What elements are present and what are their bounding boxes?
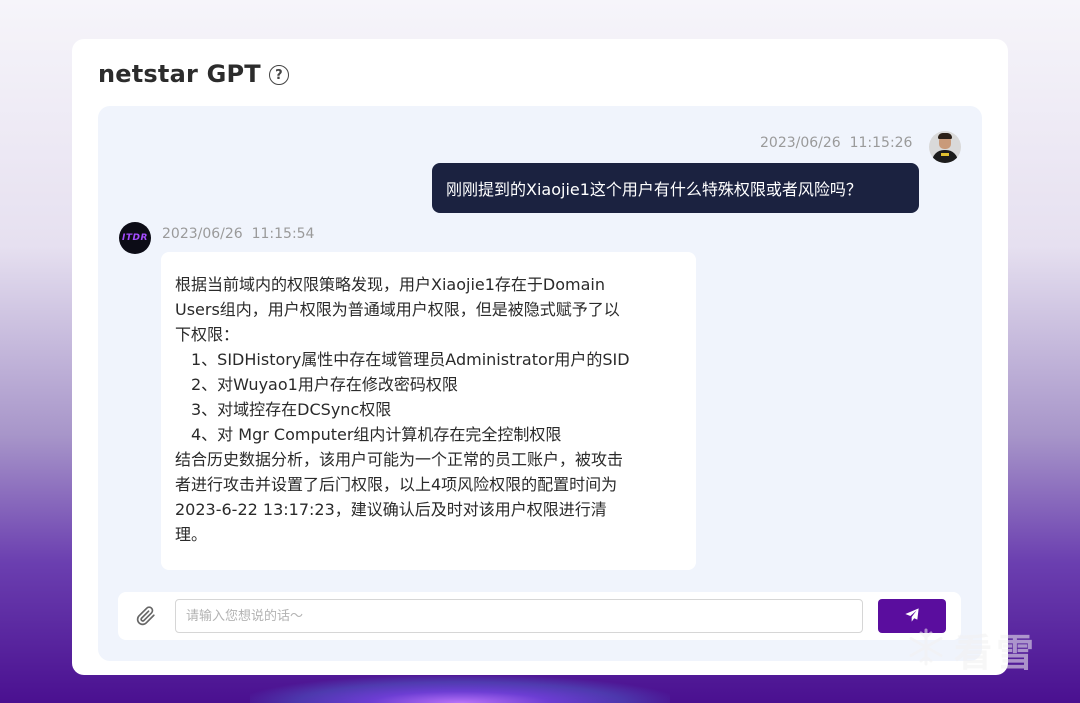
bot-message-list-item: 1、SIDHistory属性中存在域管理员Administrator用户的SID (191, 350, 630, 369)
user-avatar-hair (938, 133, 952, 139)
help-icon[interactable]: ? (268, 65, 289, 85)
bot-message-line: 下权限： (175, 325, 240, 344)
bot-message-list-item: 2、对Wuyao1用户存在修改密码权限 (191, 375, 458, 394)
bot-message-line: 2023-6-22 13:17:23，建议确认后及时对该用户权限进行清 (175, 500, 607, 519)
bot-avatar-logo: ITDR (122, 233, 148, 243)
bot-message-line: 理。 (175, 525, 208, 544)
header: netstar GPT ? (98, 59, 289, 89)
chat-window: netstar GPT ? 2023/06/26 11:15:26 刚刚提到的X… (72, 39, 1008, 675)
user-avatar (929, 131, 961, 163)
bot-message-line: 结合历史数据分析，该用户可能为一个正常的员工账户，被攻击 (175, 450, 624, 469)
bot-message-bubble: 根据当前域内的权限策略发现，用户Xiaojie1存在于Domain Users组… (161, 252, 696, 570)
bottom-glow (250, 676, 670, 703)
user-message-timestamp: 2023/06/26 11:15:26 (760, 135, 913, 151)
bot-message-line: 根据当前域内的权限策略发现，用户Xiaojie1存在于Domain (175, 275, 606, 294)
bot-message-timestamp: 2023/06/26 11:15:54 (162, 226, 315, 242)
conversation-panel: 2023/06/26 11:15:26 刚刚提到的Xiaojie1这个用户有什么… (98, 106, 982, 661)
watermark-text: 看雪 (954, 630, 1039, 675)
snowflake-icon (906, 627, 946, 671)
bot-message-list-item: 4、对 Mgr Computer组内计算机存在完全控制权限 (191, 425, 562, 444)
bot-avatar: ITDR (119, 222, 151, 254)
user-avatar-stripe (941, 153, 949, 156)
bot-message-line: 者进行攻击并设置了后门权限，以上4项风险权限的配置时间为 (175, 475, 618, 494)
message-input[interactable] (175, 599, 863, 633)
composer-bar (118, 592, 961, 640)
bot-message-line: Users组内，用户权限为普通域用户权限，但是被隐式赋予了以 (175, 300, 620, 319)
bot-message-list-item: 3、对域控存在DCSync权限 (191, 400, 392, 419)
paperclip-icon[interactable] (136, 606, 156, 626)
user-avatar-body (932, 150, 958, 163)
watermark: 看雪 (906, 620, 1038, 678)
user-message-bubble: 刚刚提到的Xiaojie1这个用户有什么特殊权限或者风险吗？ (432, 163, 919, 213)
page-title: netstar GPT (98, 60, 261, 88)
